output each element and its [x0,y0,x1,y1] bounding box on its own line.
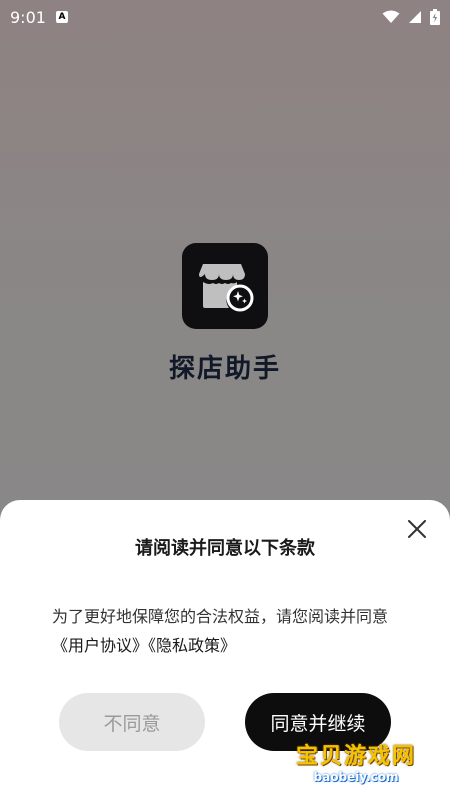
app-logo [182,243,268,329]
body-text: 为了更好地保障您的合法权益，请您阅读并同意 [52,607,389,626]
storefront-sparkle-icon [199,264,254,312]
battery-icon [430,9,440,25]
signal-icon [409,11,421,23]
watermark: 宝贝游戏网 baobeiy.com [276,738,436,788]
wifi-icon [382,10,400,23]
status-bar: 9:01 A [0,0,450,34]
notification-a-icon: A [55,11,68,23]
app-name: 探店助手 [168,354,281,384]
privacy-policy-link[interactable]: 《隐私政策》 [148,636,236,655]
status-left: 9:01 A [10,8,68,27]
splash-screen: 9:01 A 探店助手 [0,0,450,520]
status-right [382,9,440,25]
watermark-url: baobeiy.com [313,770,399,784]
disagree-button[interactable]: 不同意 [59,693,205,751]
dialog-body: 为了更好地保障您的合法权益，请您阅读并同意 《用户协议》《隐私政策》 [52,602,422,660]
user-agreement-link[interactable]: 《用户协议》 [52,636,148,655]
status-time: 9:01 [10,7,46,27]
watermark-title: 宝贝游戏网 [295,744,416,769]
dialog-title: 请阅读并同意以下条款 [135,538,315,559]
